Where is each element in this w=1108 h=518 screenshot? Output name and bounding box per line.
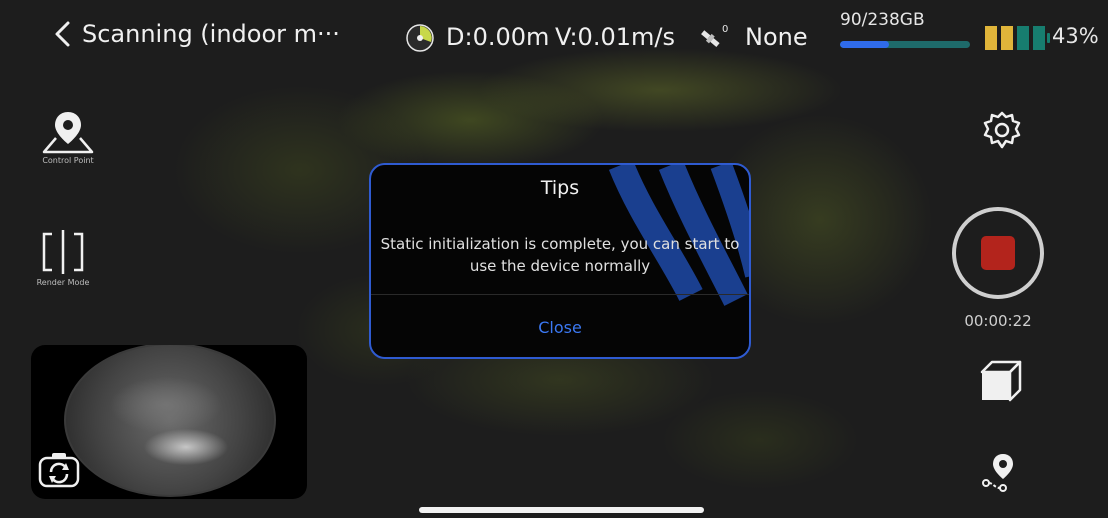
render-mode-label: Render Mode xyxy=(36,278,90,287)
satellite-count: 0 xyxy=(722,24,728,35)
velocity-readout: V:0.01m/s xyxy=(555,23,675,51)
control-point-label: Control Point xyxy=(42,156,94,165)
battery-icon xyxy=(985,23,1055,53)
record-icon xyxy=(981,236,1015,270)
back-chevron-icon xyxy=(55,21,70,47)
render-mode-icon xyxy=(42,230,84,274)
storage-fill xyxy=(840,41,890,48)
route-pin-icon[interactable] xyxy=(977,450,1021,494)
distance-readout: D:0.00m xyxy=(446,23,550,51)
camera-preview[interactable] xyxy=(31,345,307,499)
render-mode-button[interactable]: Render Mode xyxy=(32,228,94,287)
back-button[interactable]: Scanning (indoor m··· xyxy=(52,20,340,48)
record-button[interactable] xyxy=(951,206,1045,300)
map-pin-icon xyxy=(42,112,94,154)
battery-percent: 43% xyxy=(1052,24,1099,48)
dialog-message: Static initialization is complete, you c… xyxy=(380,235,740,275)
home-indicator[interactable] xyxy=(419,507,704,513)
close-button[interactable]: Close xyxy=(371,295,749,357)
page-title: Scanning (indoor m··· xyxy=(82,20,340,48)
speed-dial-icon xyxy=(406,24,434,52)
cube-view-icon[interactable] xyxy=(978,358,1024,404)
top-bar: Scanning (indoor m··· D:0.00m V:0.01m/s … xyxy=(0,0,1108,76)
gnss-status: None xyxy=(745,23,808,51)
dialog-title: Tips xyxy=(540,177,580,199)
satellite-icon: 0 xyxy=(701,24,728,47)
storage-bar xyxy=(840,41,970,48)
tips-dialog: Tips Static initialization is complete, … xyxy=(369,163,751,359)
fisheye-image xyxy=(64,345,276,497)
control-point-button[interactable]: Control Point xyxy=(36,108,100,165)
switch-camera-icon[interactable] xyxy=(37,449,81,489)
storage-text: 90/238GB xyxy=(840,10,925,30)
gear-icon[interactable] xyxy=(982,110,1022,150)
record-timer: 00:00:22 xyxy=(964,312,1032,330)
